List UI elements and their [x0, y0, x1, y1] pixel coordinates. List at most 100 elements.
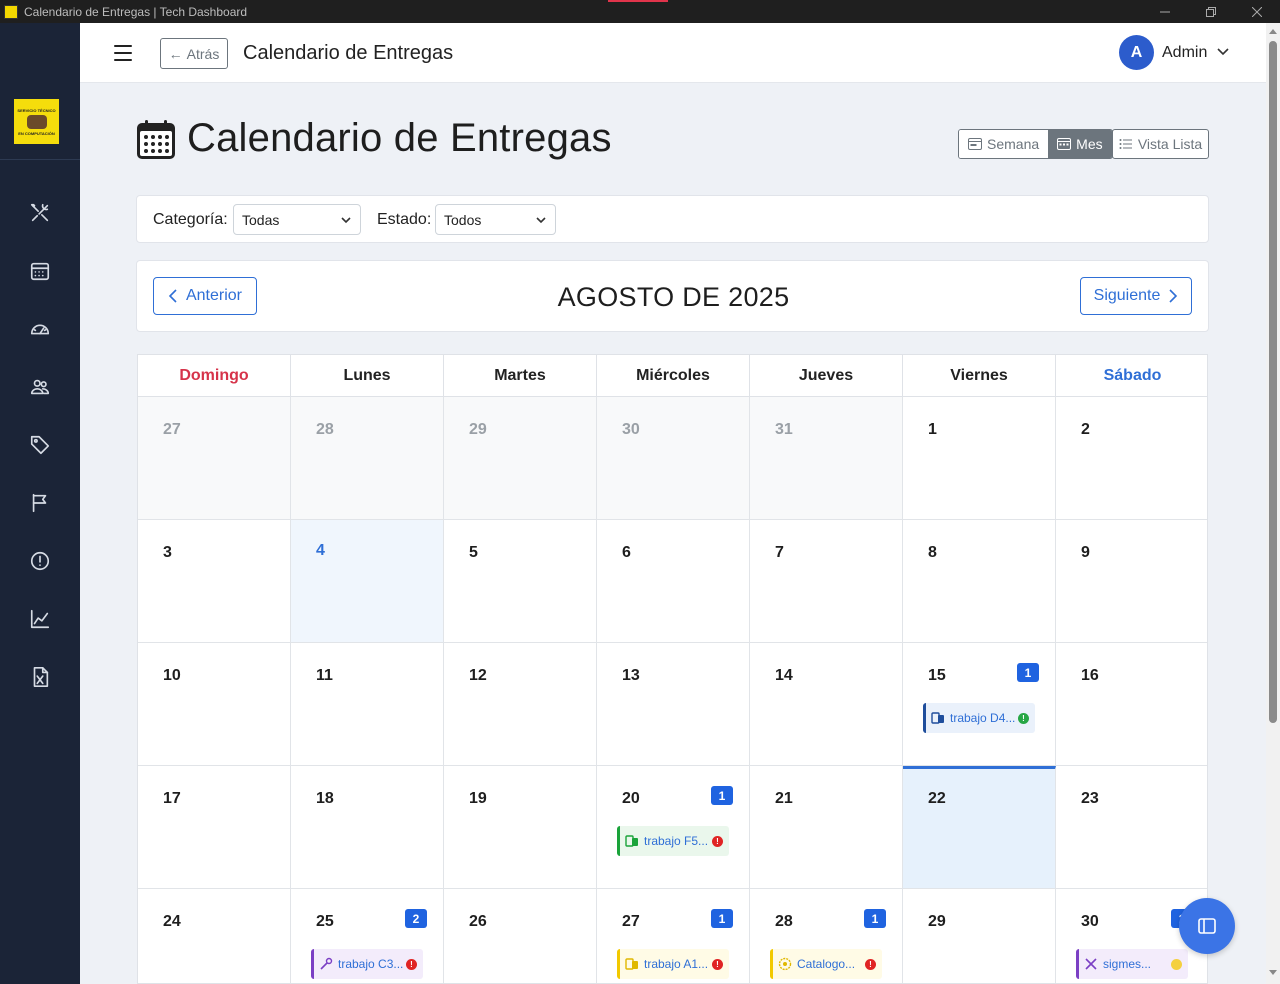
chart-line-icon[interactable]	[26, 605, 54, 633]
calendar-day-cell[interactable]: 31	[750, 397, 903, 520]
event-title: Catalogo...	[797, 957, 856, 971]
calendar-day-cell[interactable]: 9	[1056, 520, 1207, 643]
restore-icon[interactable]	[1188, 0, 1234, 23]
calendar-day-cell[interactable]: 10	[138, 643, 291, 766]
day-number: 5	[469, 544, 478, 561]
calendar-day-cell[interactable]: 26	[444, 889, 597, 983]
day-number: 20	[622, 790, 640, 807]
scroll-up-arrow[interactable]	[1269, 29, 1277, 34]
status-dot-icon: !	[712, 835, 723, 847]
view-toggle-group: Semana Mes	[958, 129, 1113, 159]
calendar-icon[interactable]	[26, 257, 54, 285]
speedometer-icon[interactable]	[26, 315, 54, 343]
day-number: 4	[316, 542, 325, 559]
calendar-day-cell[interactable]: 24	[138, 889, 291, 983]
calendar-day-cell[interactable]: 17	[138, 766, 291, 889]
calendar-event[interactable]: trabajo D4...!	[923, 703, 1035, 733]
calendar-event[interactable]: sigmes...	[1076, 949, 1188, 979]
calendar-event[interactable]: trabajo A1...!	[617, 949, 729, 979]
calendar-day-cell[interactable]: 29	[903, 889, 1056, 983]
view-list-label: Vista Lista	[1137, 136, 1203, 152]
scroll-down-arrow[interactable]	[1269, 970, 1277, 975]
alert-circle-icon[interactable]	[26, 547, 54, 575]
avatar[interactable]: A	[1119, 35, 1154, 70]
day-number: 10	[163, 667, 181, 684]
sidebar: SERVICIO TÉCNICO EN COMPUTACIÓN	[0, 23, 80, 984]
weekday-thursday: Jueves	[750, 355, 903, 397]
tags-icon[interactable]	[26, 431, 54, 459]
day-number: 1	[928, 421, 937, 438]
titlebar-accent	[608, 0, 668, 2]
view-week-label: Semana	[987, 136, 1040, 152]
user-name[interactable]: Admin	[1162, 44, 1207, 62]
calendar-day-cell[interactable]: 1	[903, 397, 1056, 520]
day-number: 16	[1081, 667, 1099, 684]
calendar-day-cell[interactable]: 14	[750, 643, 903, 766]
calendar-day-cell[interactable]: 29	[444, 397, 597, 520]
scroll-thumb[interactable]	[1269, 41, 1277, 723]
calendar-event[interactable]: Catalogo...!	[770, 949, 882, 979]
flag-icon[interactable]	[26, 489, 54, 517]
calendar-day-cell[interactable]: 28 1 Catalogo...!	[750, 889, 903, 983]
calendar-day-cell[interactable]: 16	[1056, 643, 1207, 766]
calendar-day-cell[interactable]: 27	[138, 397, 291, 520]
calendar-day-cell[interactable]: 13	[597, 643, 750, 766]
calendar-day-cell[interactable]: 30	[597, 397, 750, 520]
brand-logo[interactable]: SERVICIO TÉCNICO EN COMPUTACIÓN	[14, 99, 59, 144]
close-icon[interactable]	[1234, 0, 1280, 23]
status-dot-icon: !	[712, 958, 723, 970]
hamburger-menu-icon[interactable]	[114, 45, 132, 61]
scrollbar[interactable]	[1266, 23, 1280, 984]
status-label: Estado:	[377, 211, 432, 228]
calendar-day-cell[interactable]: 23	[1056, 766, 1207, 889]
devices-icon	[931, 711, 945, 725]
status-select[interactable]: Todos	[435, 204, 556, 235]
calendar-day-cell[interactable]: 15 1 trabajo D4...!	[903, 643, 1056, 766]
wrench-icon	[319, 957, 333, 971]
calendar-day-cell[interactable]: 2	[1056, 397, 1207, 520]
status-dot-icon	[1171, 958, 1182, 970]
calendar-day-cell[interactable]: 19	[444, 766, 597, 889]
tools-icon[interactable]	[26, 199, 54, 227]
top-header: ← Atrás Calendario de Entregas A Admin	[80, 23, 1266, 83]
people-icon[interactable]	[26, 373, 54, 401]
calendar-day-cell[interactable]: 21	[750, 766, 903, 889]
day-number: 24	[163, 913, 181, 930]
excel-file-icon[interactable]	[26, 663, 54, 691]
view-list-button[interactable]: Vista Lista	[1112, 129, 1209, 159]
calendar-day-cell[interactable]: 20 1 trabajo F5...!	[597, 766, 750, 889]
day-number: 28	[316, 421, 334, 438]
event-count-badge: 1	[711, 786, 733, 805]
calendar-day-cell[interactable]: 27 1 trabajo A1...!	[597, 889, 750, 983]
view-month-button[interactable]: Mes	[1048, 130, 1112, 158]
calendar-day-cell[interactable]: 4	[291, 520, 444, 643]
calendar-day-cell[interactable]: 18	[291, 766, 444, 889]
calendar-day-cell[interactable]: 12	[444, 643, 597, 766]
gear-icon	[778, 957, 792, 971]
calendar-day-cell[interactable]: 3	[138, 520, 291, 643]
calendar-day-cell[interactable]: 11	[291, 643, 444, 766]
day-number: 22	[928, 790, 946, 807]
calendar-day-cell[interactable]: 8	[903, 520, 1056, 643]
back-button[interactable]: ← Atrás	[160, 38, 228, 69]
chevron-down-icon[interactable]	[1216, 45, 1230, 59]
calendar-day-cell[interactable]: 28	[291, 397, 444, 520]
chevron-down-icon	[341, 216, 351, 223]
next-month-button[interactable]: Siguiente	[1080, 277, 1192, 315]
category-select[interactable]: Todas	[233, 204, 361, 235]
view-week-button[interactable]: Semana	[959, 130, 1049, 158]
status-value: Todos	[444, 211, 482, 228]
filters-card: Categoría: Todas Estado: Todos	[136, 195, 1209, 243]
sidebar-toggle-button[interactable]	[1179, 898, 1235, 954]
calendar-day-cell[interactable]: 6	[597, 520, 750, 643]
calendar-day-cell[interactable]: 5	[444, 520, 597, 643]
day-number: 29	[469, 421, 487, 438]
calendar-day-cell[interactable]: 25 2 trabajo C3...!	[291, 889, 444, 983]
calendar-event[interactable]: trabajo C3...!	[311, 949, 423, 979]
day-number: 25	[316, 913, 334, 930]
previous-month-button[interactable]: Anterior	[153, 277, 257, 315]
calendar-day-cell[interactable]: 7	[750, 520, 903, 643]
calendar-event[interactable]: trabajo F5...!	[617, 826, 729, 856]
calendar-day-cell[interactable]: 22	[903, 766, 1056, 889]
minimize-icon[interactable]	[1142, 0, 1188, 23]
